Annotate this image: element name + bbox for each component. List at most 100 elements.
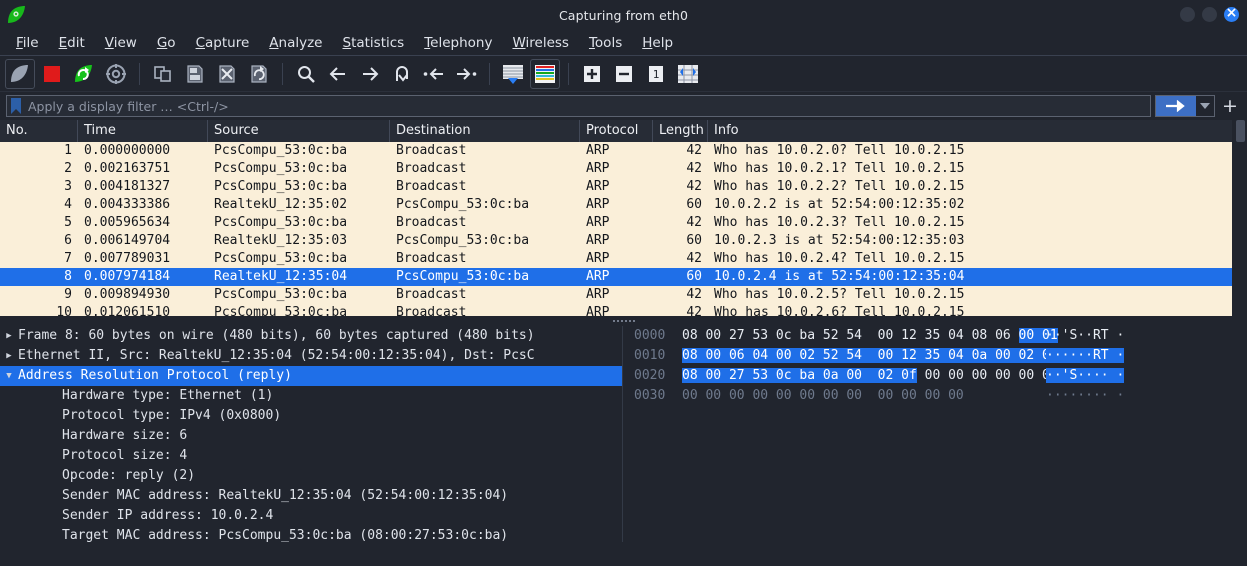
hex-bytes-plain: 00 00 00 00 00 00 00 00 00 00 00 00 [682, 388, 964, 403]
toolbar-separator [139, 63, 140, 85]
cell-length: 60 [653, 196, 708, 214]
packet-detail-row[interactable]: Protocol size: 4 [0, 446, 622, 466]
packet-detail-row[interactable]: Protocol type: IPv4 (0x0800) [0, 406, 622, 426]
hex-offset: 0020 [626, 366, 682, 386]
tree-spacer [0, 506, 18, 526]
capture-options-icon[interactable] [101, 59, 131, 89]
cell-destination: Broadcast [390, 178, 580, 196]
chevron-right-icon[interactable]: ▶ [0, 326, 18, 346]
hex-bytes-highlighted: 08 00 27 53 0c ba 0a 00 02 0f [682, 368, 917, 383]
menu-item-view[interactable]: View [95, 33, 147, 53]
menu-item-analyze[interactable]: Analyze [259, 33, 332, 53]
packet-list-row[interactable]: 50.005965634PcsCompu_53:0c:baBroadcastAR… [0, 214, 1247, 232]
close-file-icon[interactable] [212, 59, 242, 89]
column-header-source[interactable]: Source [208, 120, 390, 142]
reload-file-icon[interactable] [244, 59, 274, 89]
packet-list-row[interactable]: 80.007974184RealtekU_12:35:04PcsCompu_53… [0, 268, 1247, 286]
menu-item-file[interactable]: File [6, 33, 49, 53]
go-forward-icon[interactable] [355, 59, 385, 89]
save-file-icon[interactable] [180, 59, 210, 89]
packet-detail-row[interactable]: Target MAC address: PcsCompu_53:0c:ba (0… [0, 526, 622, 542]
restart-capture-icon[interactable] [69, 59, 99, 89]
packet-detail-row[interactable]: Hardware type: Ethernet (1) [0, 386, 622, 406]
go-to-first-icon[interactable] [419, 59, 449, 89]
zoom-reset-icon[interactable]: 1 [641, 59, 671, 89]
chevron-down-icon[interactable] [1196, 96, 1214, 116]
packet-detail-row[interactable]: Opcode: reply (2) [0, 466, 622, 486]
hex-bytes: 08 00 27 53 0c ba 52 54 00 12 35 04 08 0… [682, 326, 1038, 346]
auto-scroll-icon[interactable] [498, 59, 528, 89]
bookmark-icon[interactable] [9, 97, 23, 115]
apply-filter-arrow-icon[interactable] [1156, 96, 1196, 116]
packet-list-header: No. Time Source Destination Protocol Len… [0, 120, 1247, 142]
menu-item-tools[interactable]: Tools [579, 33, 632, 53]
cell-time: 0.007974184 [78, 268, 208, 286]
cell-no: 6 [0, 232, 78, 250]
packet-detail-row[interactable]: Sender MAC address: RealtekU_12:35:04 (5… [0, 486, 622, 506]
column-header-destination[interactable]: Destination [390, 120, 580, 142]
menu-item-go[interactable]: Go [147, 33, 186, 53]
packet-list-row[interactable]: 10.000000000PcsCompu_53:0c:baBroadcastAR… [0, 142, 1247, 160]
column-header-length[interactable]: Length [653, 120, 708, 142]
packet-list-row[interactable]: 60.006149704RealtekU_12:35:03PcsCompu_53… [0, 232, 1247, 250]
packet-list-row[interactable]: 40.004333386RealtekU_12:35:02PcsCompu_53… [0, 196, 1247, 214]
go-to-last-icon[interactable] [451, 59, 481, 89]
filter-input[interactable]: Apply a display filter … <Ctrl-/> [28, 99, 229, 114]
zoom-out-icon[interactable] [609, 59, 639, 89]
cell-destination: Broadcast [390, 160, 580, 178]
hex-dump-row[interactable]: 001008 00 06 04 00 02 52 54 00 12 35 04 … [626, 346, 1247, 366]
close-button[interactable] [1224, 7, 1239, 22]
packet-detail-row[interactable]: ▶Frame 8: 60 bytes on wire (480 bits), 6… [0, 326, 622, 346]
menu-item-edit[interactable]: Edit [49, 33, 95, 53]
start-capture-icon[interactable] [5, 59, 35, 89]
add-filter-button[interactable]: + [1219, 96, 1241, 116]
column-header-no[interactable]: No. [0, 120, 78, 142]
zoom-in-icon[interactable] [577, 59, 607, 89]
menu-item-wireless[interactable]: Wireless [502, 33, 579, 53]
packet-detail-row[interactable]: ▼Address Resolution Protocol (reply) [0, 366, 622, 386]
packet-details-pane[interactable]: ▶Frame 8: 60 bytes on wire (480 bits), 6… [0, 326, 622, 542]
menu-item-help[interactable]: Help [632, 33, 683, 53]
minimize-button[interactable] [1180, 7, 1195, 22]
cell-protocol: ARP [580, 196, 653, 214]
pane-splitter-horizontal[interactable] [0, 316, 1247, 326]
cell-length: 60 [653, 268, 708, 286]
cell-info: Who has 10.0.2.2? Tell 10.0.2.15 [708, 178, 1247, 196]
go-to-packet-icon[interactable] [387, 59, 417, 89]
menu-item-statistics[interactable]: Statistics [332, 33, 414, 53]
menu-item-capture[interactable]: Capture [186, 33, 260, 53]
packet-detail-row[interactable]: Hardware size: 6 [0, 426, 622, 446]
scrollbar-thumb[interactable] [1236, 120, 1245, 142]
packet-detail-label: Frame 8: 60 bytes on wire (480 bits), 60… [18, 326, 535, 346]
chevron-down-icon[interactable]: ▼ [0, 366, 18, 386]
packet-detail-row[interactable]: ▶Ethernet II, Src: RealtekU_12:35:04 (52… [0, 346, 622, 366]
resize-columns-icon[interactable] [673, 59, 703, 89]
find-packet-icon[interactable] [291, 59, 321, 89]
packet-list-row[interactable]: 90.009894930PcsCompu_53:0c:baBroadcastAR… [0, 286, 1247, 304]
column-header-time[interactable]: Time [78, 120, 208, 142]
packet-bytes-pane[interactable]: 000008 00 27 53 0c ba 52 54 00 12 35 04 … [626, 326, 1247, 542]
go-back-icon[interactable] [323, 59, 353, 89]
maximize-button[interactable] [1202, 7, 1217, 22]
menu-item-telephony[interactable]: Telephony [414, 33, 502, 53]
cell-length: 42 [653, 250, 708, 268]
packet-list[interactable]: No. Time Source Destination Protocol Len… [0, 120, 1247, 316]
packet-detail-label: Hardware size: 6 [18, 426, 187, 446]
packet-detail-row[interactable]: Sender IP address: 10.0.2.4 [0, 506, 622, 526]
hex-dump-row[interactable]: 002008 00 27 53 0c ba 0a 00 02 0f 00 00 … [626, 366, 1247, 386]
packet-list-row[interactable]: 30.004181327PcsCompu_53:0c:baBroadcastAR… [0, 178, 1247, 196]
chevron-right-icon[interactable]: ▶ [0, 346, 18, 366]
packet-detail-label: Target MAC address: PcsCompu_53:0c:ba (0… [18, 526, 508, 542]
filter-input-wrapper[interactable]: Apply a display filter … <Ctrl-/> [6, 95, 1151, 117]
open-file-icon[interactable] [148, 59, 178, 89]
packet-list-scrollbar[interactable] [1232, 120, 1247, 316]
hex-bytes-plain: 08 00 27 53 0c ba 52 54 00 12 35 04 08 0… [682, 328, 1019, 343]
stop-capture-icon[interactable] [37, 59, 67, 89]
packet-list-row[interactable]: 70.007789031PcsCompu_53:0c:baBroadcastAR… [0, 250, 1247, 268]
colorize-icon[interactable] [530, 59, 560, 89]
column-header-protocol[interactable]: Protocol [580, 120, 653, 142]
packet-list-row[interactable]: 20.002163751PcsCompu_53:0c:baBroadcastAR… [0, 160, 1247, 178]
hex-dump-row[interactable]: 000008 00 27 53 0c ba 52 54 00 12 35 04 … [626, 326, 1247, 346]
hex-dump-row[interactable]: 003000 00 00 00 00 00 00 00 00 00 00 00·… [626, 386, 1247, 406]
column-header-info[interactable]: Info [708, 120, 1247, 142]
